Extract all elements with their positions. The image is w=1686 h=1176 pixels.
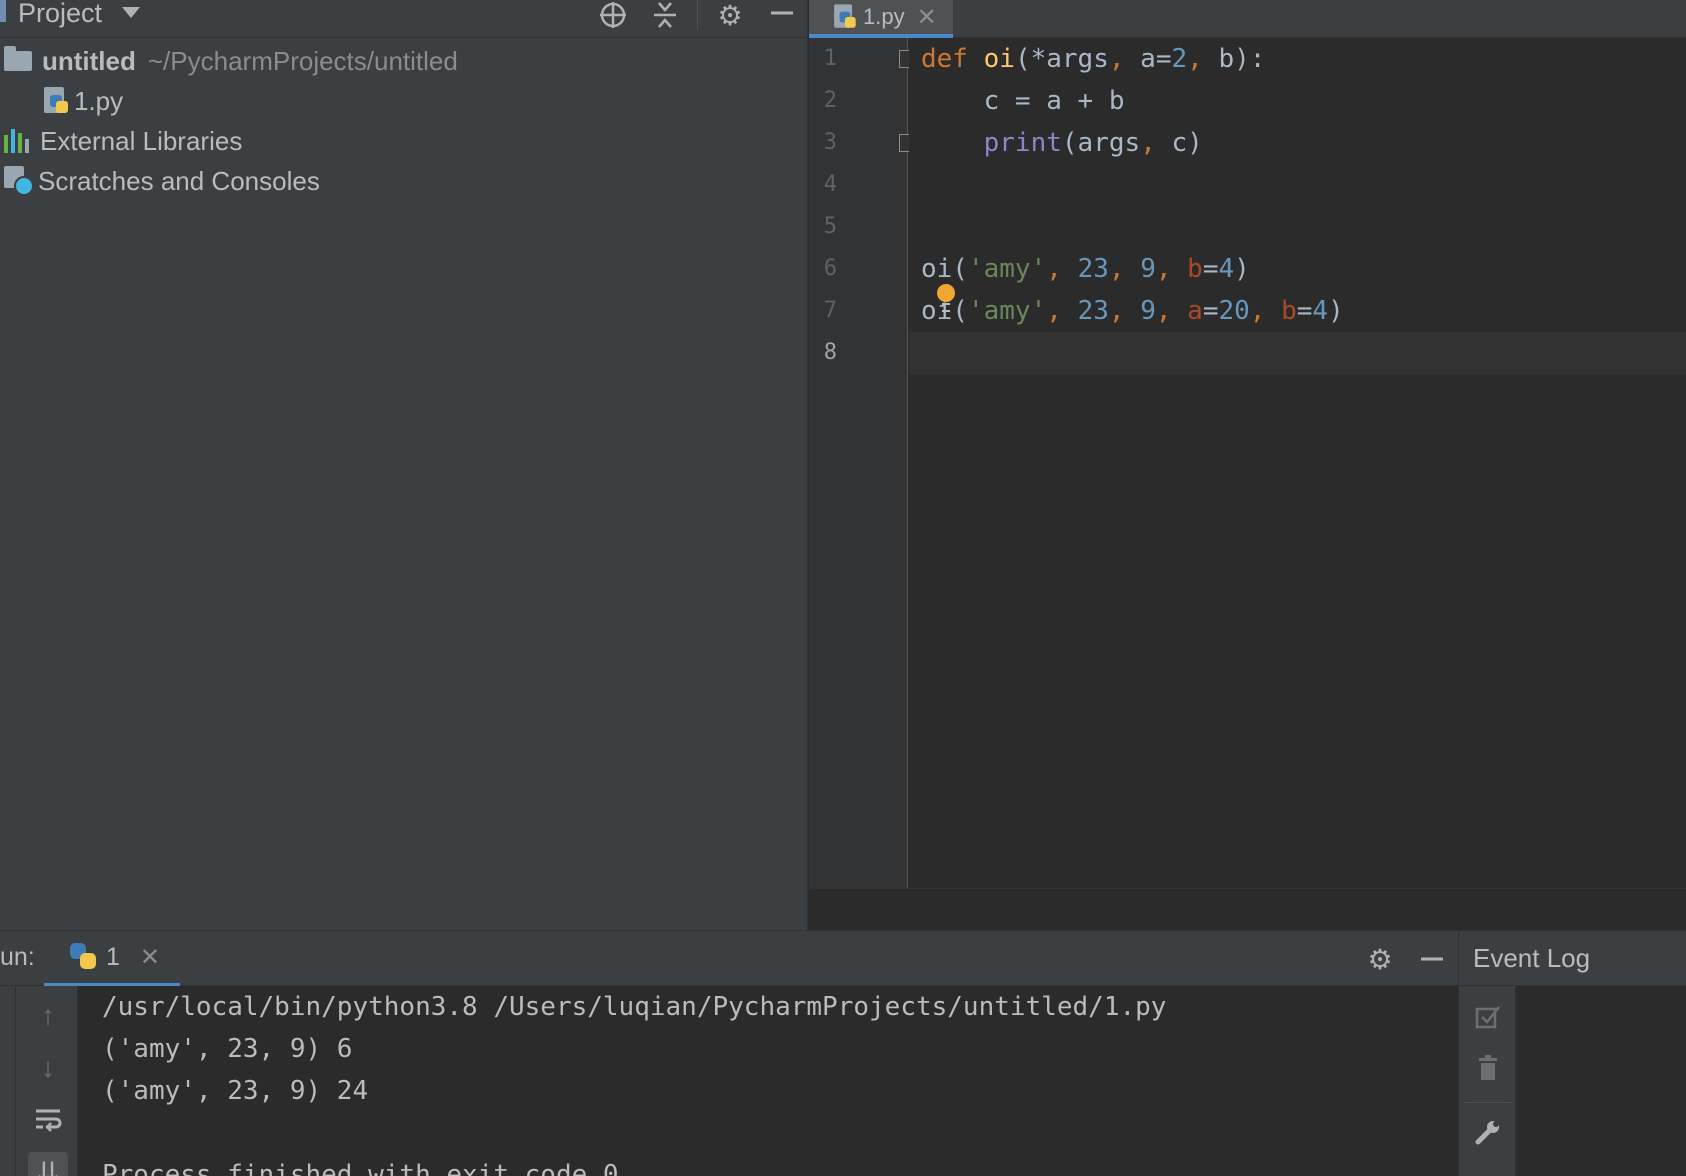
project-root-path: ~/PycharmProjects/untitled [147,45,458,76]
arrow-up-icon[interactable]: ↑ [28,996,68,1036]
run-console[interactable]: /usr/local/bin/python3.8 /Users/luqian/P… [78,986,1458,1176]
minimize-icon[interactable] [765,0,799,30]
trash-icon[interactable] [1468,1048,1508,1088]
lightbulb-icon[interactable] [937,284,955,312]
tree-item-external-libraries[interactable]: External Libraries [0,122,242,160]
project-root-name: untitled [42,45,136,76]
python-file-icon [832,4,856,29]
close-icon[interactable]: ✕ [917,3,937,32]
line-number: 6 [823,256,837,281]
line-number: 5 [823,214,837,239]
console-line: Process finished with exit code 0 [102,1160,619,1176]
project-view-selector[interactable]: Project [18,0,102,29]
line-number-current: 8 [823,340,837,365]
run-label: un: [0,943,35,971]
code-line-7: oi('amy', 23, 9, a=20, b=4) [921,296,1344,326]
console-line: /usr/local/bin/python3.8 /Users/luqian/P… [102,992,1167,1022]
run-tab[interactable]: 1 ✕ [44,931,180,987]
project-view-icon [0,0,6,22]
external-libraries-label: External Libraries [40,125,243,156]
collapse-all-icon[interactable] [648,0,682,30]
editor-breadcrumb-bar [809,888,1686,930]
event-log-header: Event Log [1458,930,1686,986]
scroll-to-end-icon[interactable]: ⇊ [28,1152,68,1176]
editor-gutter[interactable]: 1 2 3 4 5 6 7 8 [809,38,915,888]
arrow-down-icon[interactable]: ↓ [28,1048,68,1088]
event-log-toolbar [1458,986,1516,1176]
editor-tab-bar: 1.py ✕ [809,0,1686,38]
wrench-icon[interactable] [1468,1112,1508,1152]
project-panel-header: Project ⚙ [0,0,808,38]
run-panel-header: un: 1 ✕ ⚙ [0,930,1458,987]
python-file-icon [42,87,68,115]
line-number: 1 [823,46,837,71]
code-line-3: print(args, c) [983,128,1203,158]
run-toolbar: ↑ ↓ ⇊ [0,986,78,1176]
editor-tab-label: 1.py [863,4,905,29]
soft-wrap-icon[interactable] [28,1100,68,1140]
tree-item-scratches[interactable]: Scratches and Consoles [0,162,320,200]
event-log-panel [1458,986,1686,1176]
minimize-icon[interactable] [1416,943,1448,975]
toolbar-divider [1465,1102,1511,1103]
code-line-2: c = a + b [921,86,1125,116]
gear-icon[interactable]: ⚙ [713,0,747,31]
event-log-title[interactable]: Event Log [1473,943,1590,974]
chevron-down-icon[interactable] [122,7,140,18]
project-tool-window: Project ⚙ untitled ~/PycharmProjects/unt… [0,0,808,930]
line-number: 2 [823,88,837,113]
scratches-label: Scratches and Consoles [38,165,320,196]
code-line-6: oi('amy', 23, 9, b=4) [921,254,1250,284]
library-icon [4,129,34,153]
editor-tab-file[interactable]: 1.py ✕ [809,0,953,38]
current-line-highlight [909,332,1686,374]
tool-window-strip [0,986,16,1176]
line-number: 7 [823,298,837,323]
run-tab-label: 1 [106,942,120,971]
crosshair-icon[interactable] [596,0,630,30]
line-number: 3 [823,130,837,155]
console-line: ('amy', 23, 9) 6 [102,1034,353,1064]
gear-icon[interactable]: ⚙ [1364,943,1396,975]
folder-icon [4,46,32,71]
code-line-1: def oi(*args, a=2, b): [921,44,1266,74]
console-line: ('amy', 23, 9) 24 [102,1076,369,1106]
code-editor[interactable]: def oi(*args, a=2, b): c = a + b print(a… [909,38,1686,888]
header-divider [697,0,698,30]
file-name: 1.py [74,85,124,116]
close-icon[interactable]: ✕ [140,943,160,972]
tree-item-project-root[interactable]: untitled ~/PycharmProjects/untitled [0,42,458,80]
mark-all-read-icon[interactable] [1468,996,1508,1036]
scratch-clock-icon [4,166,34,196]
tree-item-file[interactable]: 1.py [42,82,123,120]
line-number: 4 [823,172,837,197]
python-icon [70,943,98,971]
